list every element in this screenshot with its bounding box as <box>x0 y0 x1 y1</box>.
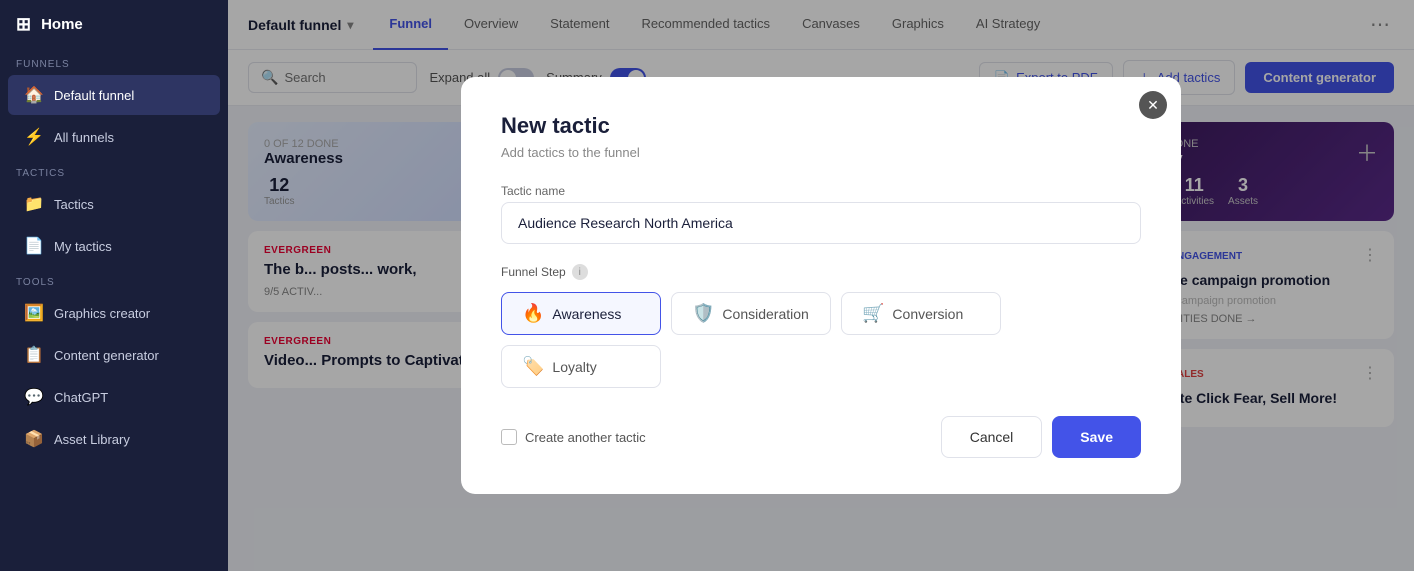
sidebar-section-tactics: TACTICS <box>0 158 228 183</box>
main-content: Default funnel ▾ Funnel Overview Stateme… <box>228 0 1414 571</box>
sidebar-item-chatgpt[interactable]: 💬 ChatGPT <box>8 377 220 417</box>
step-option-consideration[interactable]: 🛡️ Consideration <box>671 292 831 335</box>
asset-library-icon: 📦 <box>24 429 44 449</box>
sidebar-section-tools: TOOLS <box>0 267 228 292</box>
sidebar-item-content-generator[interactable]: 📋 Content generator <box>8 335 220 375</box>
tactic-name-input[interactable] <box>501 202 1141 244</box>
step-option-awareness[interactable]: 🔥 Awareness <box>501 292 661 335</box>
funnel-step-options: 🔥 Awareness 🛡️ Consideration 🛒 Conversio… <box>501 292 1141 388</box>
create-another-checkbox-row[interactable]: Create another tactic <box>501 429 646 445</box>
info-icon: i <box>572 264 588 280</box>
all-funnels-icon: ⚡ <box>24 127 44 147</box>
sidebar-item-my-tactics[interactable]: 📄 My tactics <box>8 226 220 266</box>
sidebar-home-item[interactable]: ⊞ Home <box>0 0 228 49</box>
graphics-creator-icon: 🖼️ <box>24 303 44 323</box>
sidebar-item-label: Asset Library <box>54 432 130 447</box>
sidebar-section-funnels: FUNNELS <box>0 49 228 74</box>
modal-overlay[interactable]: ✕ New tactic Add tactics to the funnel T… <box>228 0 1414 571</box>
sidebar-item-label: Content generator <box>54 348 159 363</box>
modal-action-buttons: Cancel Save <box>941 416 1141 458</box>
sidebar-item-default-funnel[interactable]: 🏠 Default funnel <box>8 75 220 115</box>
sidebar-item-all-funnels[interactable]: ⚡ All funnels <box>8 117 220 157</box>
sidebar-item-graphics-creator[interactable]: 🖼️ Graphics creator <box>8 293 220 333</box>
sidebar-item-label: Graphics creator <box>54 306 150 321</box>
content-generator-icon: 📋 <box>24 345 44 365</box>
sidebar-item-label: ChatGPT <box>54 390 108 405</box>
sidebar-home-label: Home <box>41 16 83 33</box>
step-option-loyalty[interactable]: 🏷️ Loyalty <box>501 345 661 388</box>
loyalty-step-icon: 🏷️ <box>522 356 544 377</box>
sidebar-item-tactics[interactable]: 📁 Tactics <box>8 184 220 224</box>
sidebar-item-label: Default funnel <box>54 88 134 103</box>
create-another-checkbox[interactable] <box>501 429 517 445</box>
conversion-step-icon: 🛒 <box>862 303 884 324</box>
awareness-step-icon: 🔥 <box>522 303 544 324</box>
step-option-loyalty-label: Loyalty <box>552 359 596 375</box>
modal-footer: Create another tactic Cancel Save <box>501 416 1141 458</box>
modal-close-button[interactable]: ✕ <box>1139 91 1167 119</box>
home-icon: ⊞ <box>16 14 31 35</box>
create-another-label: Create another tactic <box>525 430 646 445</box>
consideration-step-icon: 🛡️ <box>692 303 714 324</box>
tactic-name-label: Tactic name <box>501 184 1141 198</box>
step-option-awareness-label: Awareness <box>552 306 621 322</box>
funnel-icon: 🏠 <box>24 85 44 105</box>
sidebar-item-label: Tactics <box>54 197 94 212</box>
step-option-conversion-label: Conversion <box>892 306 963 322</box>
funnel-step-label: Funnel Step i <box>501 264 1141 280</box>
step-option-conversion[interactable]: 🛒 Conversion <box>841 292 1001 335</box>
my-tactics-icon: 📄 <box>24 236 44 256</box>
sidebar-item-asset-library[interactable]: 📦 Asset Library <box>8 419 220 459</box>
new-tactic-modal: ✕ New tactic Add tactics to the funnel T… <box>461 77 1181 494</box>
modal-title: New tactic <box>501 113 1141 139</box>
sidebar-item-label: All funnels <box>54 130 114 145</box>
tactics-icon: 📁 <box>24 194 44 214</box>
chatgpt-icon: 💬 <box>24 387 44 407</box>
sidebar-item-label: My tactics <box>54 239 112 254</box>
step-option-consideration-label: Consideration <box>722 306 808 322</box>
cancel-button[interactable]: Cancel <box>941 416 1043 458</box>
sidebar: ⊞ Home FUNNELS 🏠 Default funnel ⚡ All fu… <box>0 0 228 571</box>
modal-subtitle: Add tactics to the funnel <box>501 145 1141 160</box>
save-button[interactable]: Save <box>1052 416 1141 458</box>
